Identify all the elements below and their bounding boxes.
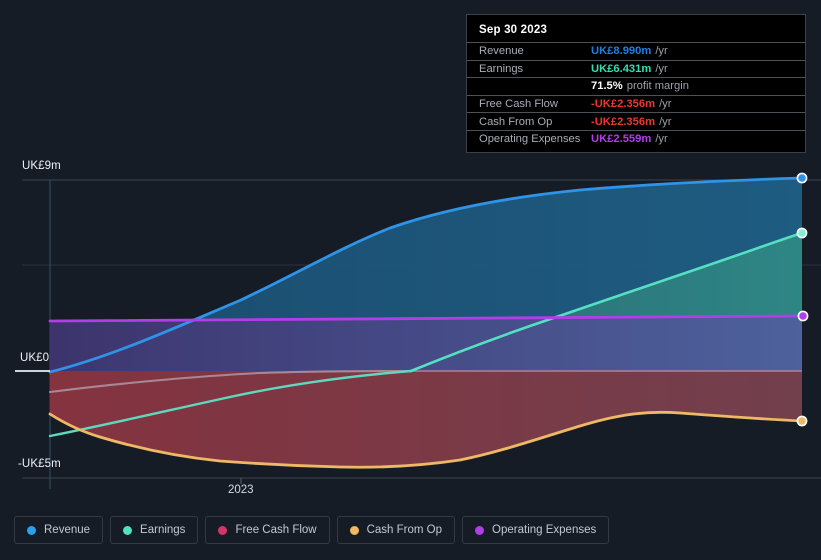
tooltip-key-operating-expenses: Operating Expenses [479,133,581,146]
endpoint-marker-earnings[interactable] [796,227,808,239]
legend-swatch-free-cash-flow-icon [218,525,228,535]
legend-swatch-cash-from-op-icon [349,525,359,535]
legend-item-operating-expenses[interactable]: Operating Expenses [462,516,610,544]
tooltip-suffix-earnings: /yr [655,62,668,75]
tooltip-row-profit-margin: 71.5% profit margin [467,77,805,95]
tooltip-value-operating-expenses: UK£2.559m [591,133,652,146]
legend-label-revenue: Revenue [44,524,91,536]
tooltip-suffix-cash-from-op: /yr [659,115,672,128]
tooltip-suffix-operating-expenses: /yr [655,133,668,146]
chart-legend: Revenue Earnings Free Cash Flow Cash Fro… [14,516,610,544]
endpoint-marker-operating-expenses[interactable] [797,310,809,322]
tooltip-row-earnings: Earnings UK£6.431m /yr [467,59,805,78]
tooltip-row-revenue: Revenue UK£8.990m /yr [467,42,805,60]
legend-label-operating-expenses: Operating Expenses [492,524,597,536]
x-axis-label-2023: 2023 [228,484,254,496]
legend-label-cash-from-op: Cash From Op [366,524,443,536]
tooltip-key-earnings: Earnings [479,62,524,75]
tooltip-suffix-revenue: /yr [655,45,668,58]
tooltip-value-cash-from-op: -UK£2.356m [591,115,656,128]
legend-item-revenue[interactable]: Revenue [14,516,104,544]
legend-item-cash-from-op[interactable]: Cash From Op [336,516,456,544]
legend-swatch-earnings-icon [123,525,133,535]
tooltip-key-cash-from-op: Cash From Op [479,115,553,128]
endpoint-marker-cash-from-op[interactable] [796,415,808,427]
y-axis-label-max: UK£9m [22,160,61,172]
tooltip-key-revenue: Revenue [479,45,524,58]
legend-swatch-revenue-icon [27,525,36,535]
tooltip-row-cash-from-op: Cash From Op -UK£2.356m /yr [467,112,805,130]
y-axis-label-min: -UK£5m [18,458,61,470]
legend-item-earnings[interactable]: Earnings [110,516,199,544]
tooltip-value-free-cash-flow: -UK£2.356m [591,98,656,111]
legend-item-free-cash-flow[interactable]: Free Cash Flow [205,516,330,544]
tooltip-key-free-cash-flow: Free Cash Flow [479,98,558,111]
data-point-tooltip: Sep 30 2023 Revenue UK£8.990m /yr Earnin… [466,14,806,153]
legend-label-earnings: Earnings [140,524,186,536]
tooltip-row-free-cash-flow: Free Cash Flow -UK£2.356m /yr [467,94,805,113]
tooltip-date: Sep 30 2023 [479,24,548,36]
legend-swatch-operating-expenses-icon [475,525,485,535]
y-axis-label-zero: UK£0 [20,352,50,364]
tooltip-value-revenue: UK£8.990m [591,45,652,58]
tooltip-suffix-profit-margin: profit margin [626,80,689,93]
tooltip-value-earnings: UK£6.431m [591,62,652,75]
tooltip-suffix-free-cash-flow: /yr [659,98,672,111]
tooltip-value-profit-margin: 71.5% [591,80,623,93]
financial-area-chart: UK£9m UK£0 -UK£5m 2023 Sep 30 2023 Reven… [0,0,821,560]
endpoint-marker-revenue[interactable] [796,172,808,184]
legend-label-free-cash-flow: Free Cash Flow [235,524,317,536]
series-area-opex [50,316,802,371]
tooltip-row-operating-expenses: Operating Expenses UK£2.559m /yr [467,129,805,148]
